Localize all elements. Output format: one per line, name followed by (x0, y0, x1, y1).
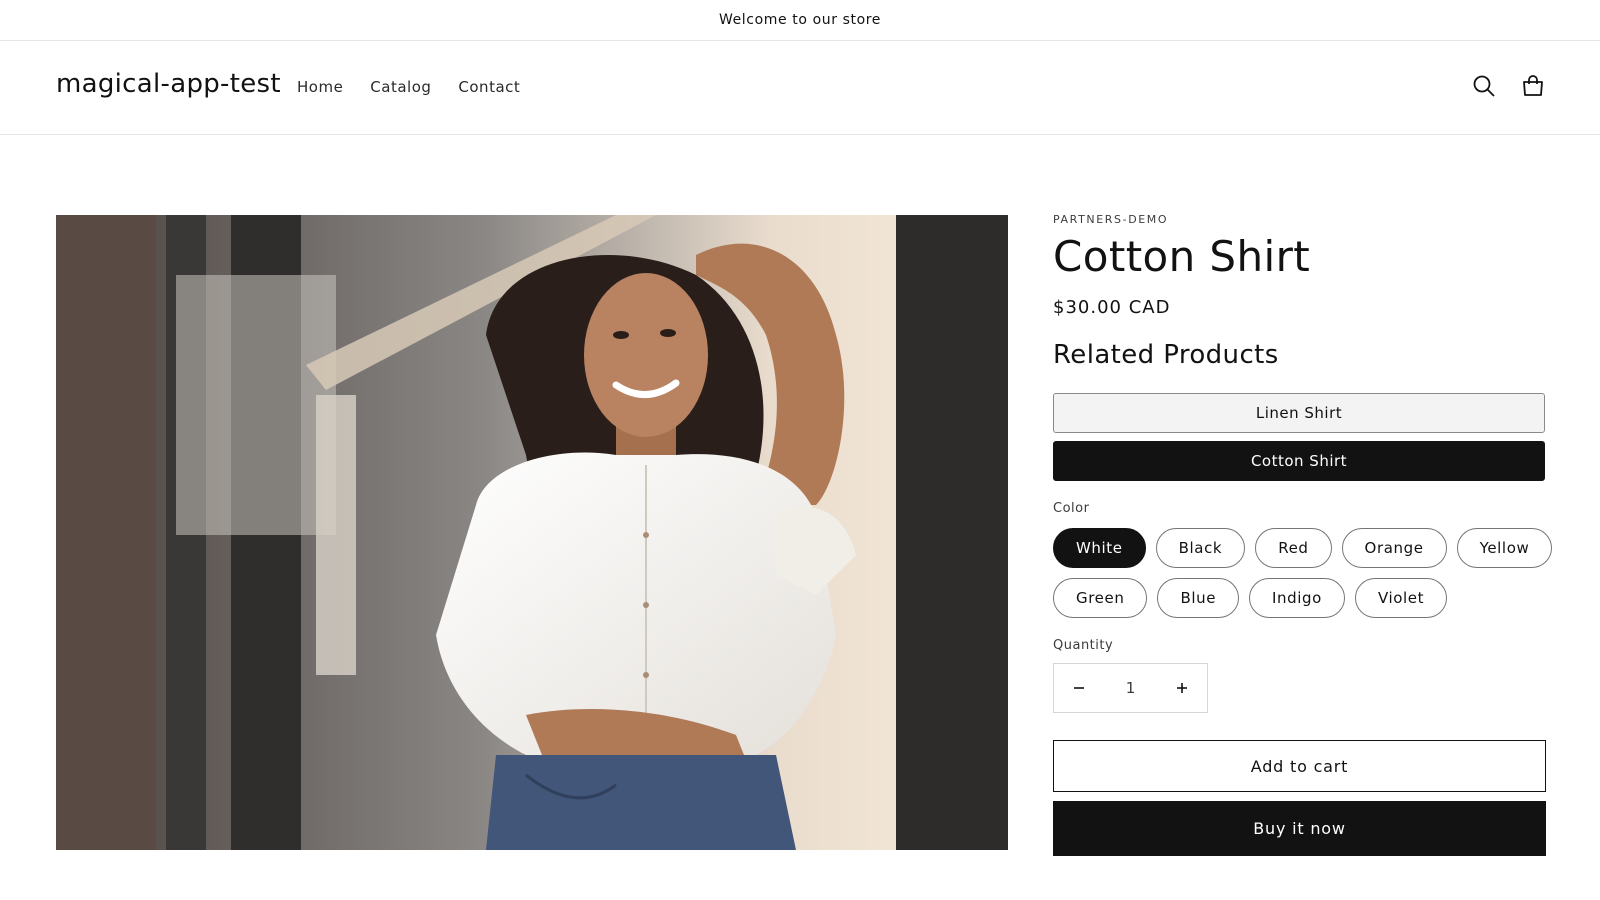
quantity-increase-button[interactable] (1157, 664, 1207, 712)
product-info: PARTNERS-DEMO Cotton Shirt $30.00 CAD Re… (1053, 213, 1553, 856)
color-option-orange[interactable]: Orange (1341, 528, 1447, 568)
product-vendor: PARTNERS-DEMO (1053, 213, 1169, 226)
quantity-decrease-button[interactable] (1054, 664, 1104, 712)
product-title: Cotton Shirt (1053, 232, 1311, 281)
main-nav: Home Catalog Contact (297, 78, 520, 96)
product-image[interactable] (56, 215, 1008, 850)
photo-jeans (486, 755, 796, 850)
cart-button[interactable] (1518, 71, 1548, 101)
site-header: magical-app-test Home Catalog Contact (0, 41, 1600, 135)
color-options: White Black Red Orange Yellow Green Blue… (1053, 528, 1553, 618)
announcement-text: Welcome to our store (718, 12, 882, 28)
related-product-linen-shirt[interactable]: Linen Shirt (1053, 393, 1545, 433)
photo-face (584, 273, 708, 437)
quantity-stepper: 1 (1053, 663, 1208, 713)
color-option-violet[interactable]: Violet (1354, 578, 1448, 618)
color-option-blue[interactable]: Blue (1157, 578, 1240, 618)
photo-button (643, 672, 649, 678)
nav-link-home[interactable]: Home (297, 78, 343, 96)
color-option-black[interactable]: Black (1155, 528, 1246, 568)
quantity-input[interactable]: 1 (1111, 679, 1151, 697)
product-photo-illustration (56, 215, 1008, 850)
announcement-bar: Welcome to our store (0, 0, 1600, 41)
photo-eye (613, 331, 629, 339)
photo-wall-panel (896, 215, 1008, 850)
photo-button (643, 532, 649, 538)
cart-icon (1523, 75, 1543, 96)
photo-window (316, 395, 356, 675)
add-to-cart-button[interactable]: Add to cart (1053, 740, 1546, 792)
color-option-yellow[interactable]: Yellow (1456, 528, 1553, 568)
quantity-label: Quantity (1053, 638, 1114, 653)
product-price: $30.00 CAD (1053, 297, 1171, 318)
photo-building-wall (56, 215, 156, 850)
photo-eye (660, 329, 676, 337)
photo-button (643, 602, 649, 608)
color-option-indigo[interactable]: Indigo (1249, 578, 1345, 618)
photo-window (176, 275, 336, 535)
search-icon (1473, 75, 1495, 97)
related-products-heading: Related Products (1053, 340, 1279, 370)
photo-shirt (436, 452, 836, 755)
color-option-white[interactable]: White (1053, 528, 1146, 568)
buy-now-button[interactable]: Buy it now (1053, 801, 1546, 856)
search-button[interactable] (1469, 71, 1499, 101)
nav-link-contact[interactable]: Contact (458, 78, 520, 96)
minus-icon (1074, 687, 1084, 689)
color-option-green[interactable]: Green (1053, 578, 1148, 618)
store-logo[interactable]: magical-app-test (56, 69, 281, 99)
related-product-cotton-shirt[interactable]: Cotton Shirt (1053, 441, 1545, 481)
nav-link-catalog[interactable]: Catalog (370, 78, 431, 96)
plus-icon (1177, 683, 1187, 693)
color-label: Color (1053, 501, 1090, 516)
color-option-red[interactable]: Red (1255, 528, 1332, 568)
